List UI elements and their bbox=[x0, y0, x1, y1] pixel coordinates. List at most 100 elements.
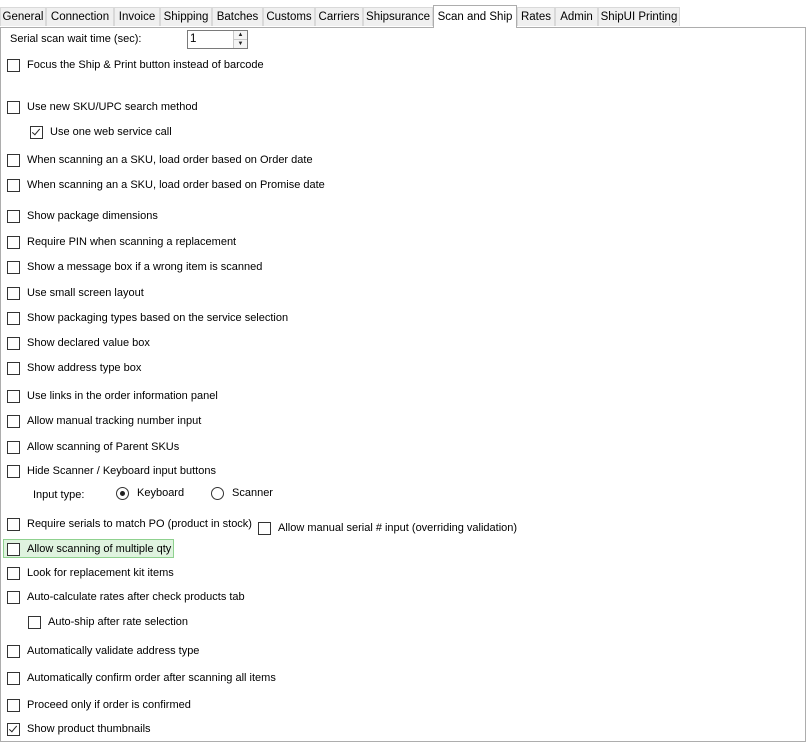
focus-ship-print-label: Focus the Ship & Print button instead of… bbox=[27, 59, 264, 71]
scanner-radio[interactable] bbox=[211, 486, 224, 500]
serial-wait-value[interactable]: 1 bbox=[190, 33, 196, 45]
tab-rates[interactable]: Rates bbox=[517, 7, 555, 26]
one-web-service-checkbox[interactable] bbox=[30, 125, 43, 139]
tab-customs[interactable]: Customs bbox=[263, 7, 315, 26]
proceed-confirmed-label: Proceed only if order is confirmed bbox=[27, 699, 191, 711]
input-type-label: Input type: bbox=[33, 489, 85, 501]
serial-wait-label: Serial scan wait time (sec): bbox=[10, 33, 142, 45]
packaging-types-checkbox[interactable] bbox=[7, 311, 20, 325]
tab-bar: General Connection Invoice Shipping Batc… bbox=[0, 0, 806, 28]
validate-address-type-label: Automatically validate address type bbox=[27, 645, 200, 657]
option-one-web-service[interactable]: Use one web service call bbox=[30, 125, 172, 139]
tab-admin[interactable]: Admin bbox=[555, 7, 598, 26]
wrong-item-message-checkbox[interactable] bbox=[7, 260, 20, 274]
option-auto-calc-rates[interactable]: Auto-calculate rates after check product… bbox=[7, 590, 245, 604]
option-wrong-item-message[interactable]: Show a message box if a wrong item is sc… bbox=[7, 260, 262, 274]
tab-invoice[interactable]: Invoice bbox=[114, 7, 160, 26]
require-serials-po-checkbox[interactable] bbox=[7, 517, 20, 531]
tab-shipsurance[interactable]: Shipsurance bbox=[363, 7, 433, 26]
option-validate-address-type[interactable]: Automatically validate address type bbox=[7, 644, 199, 658]
auto-confirm-checkbox[interactable] bbox=[7, 671, 20, 685]
option-auto-confirm[interactable]: Automatically confirm order after scanni… bbox=[7, 671, 276, 685]
option-multiple-qty[interactable]: Allow scanning of multiple qty bbox=[7, 542, 171, 556]
option-require-serials-po[interactable]: Require serials to match PO (product in … bbox=[7, 517, 252, 531]
option-product-thumbnails[interactable]: Show product thumbnails bbox=[7, 722, 151, 736]
arrow-down-icon[interactable]: ▼ bbox=[234, 40, 247, 48]
option-replacement-kit[interactable]: Look for replacement kit items bbox=[7, 566, 174, 580]
require-pin-checkbox[interactable] bbox=[7, 235, 20, 249]
option-focus-ship-print[interactable]: Focus the Ship & Print button instead of… bbox=[7, 58, 264, 72]
show-package-dimensions-checkbox[interactable] bbox=[7, 209, 20, 223]
replacement-kit-checkbox[interactable] bbox=[7, 566, 20, 580]
hide-scanner-buttons-label: Hide Scanner / Keyboard input buttons bbox=[27, 465, 216, 477]
product-thumbnails-checkbox[interactable] bbox=[7, 722, 20, 736]
manual-serial-input-checkbox[interactable] bbox=[258, 521, 271, 535]
declared-value-label: Show declared value box bbox=[27, 337, 150, 349]
option-proceed-confirmed[interactable]: Proceed only if order is confirmed bbox=[7, 698, 191, 712]
small-screen-label: Use small screen layout bbox=[27, 287, 144, 299]
parent-skus-checkbox[interactable] bbox=[7, 440, 20, 454]
option-new-sku-search[interactable]: Use new SKU/UPC search method bbox=[7, 100, 198, 114]
spin-buttons: ▲ ▼ bbox=[233, 31, 247, 48]
input-type-label-row: Input type: bbox=[33, 488, 84, 502]
load-by-promise-date-checkbox[interactable] bbox=[7, 178, 20, 192]
replacement-kit-label: Look for replacement kit items bbox=[27, 567, 174, 579]
manual-tracking-label: Allow manual tracking number input bbox=[27, 415, 202, 427]
auto-calc-rates-label: Auto-calculate rates after check product… bbox=[27, 591, 245, 603]
address-type-box-checkbox[interactable] bbox=[7, 361, 20, 375]
serial-wait-row: Serial scan wait time (sec): bbox=[10, 32, 141, 46]
tab-shipping[interactable]: Shipping bbox=[160, 7, 212, 26]
option-packaging-types[interactable]: Show packaging types based on the servic… bbox=[7, 311, 288, 325]
proceed-confirmed-checkbox[interactable] bbox=[7, 698, 20, 712]
multiple-qty-checkbox[interactable] bbox=[7, 542, 20, 556]
auto-ship-label: Auto-ship after rate selection bbox=[48, 616, 189, 628]
load-by-order-date-checkbox[interactable] bbox=[7, 153, 20, 167]
auto-ship-checkbox[interactable] bbox=[28, 615, 41, 629]
option-show-package-dimensions[interactable]: Show package dimensions bbox=[7, 209, 158, 223]
option-auto-ship[interactable]: Auto-ship after rate selection bbox=[28, 615, 188, 629]
option-address-type-box[interactable]: Show address type box bbox=[7, 361, 141, 375]
radio-keyboard[interactable]: Keyboard bbox=[116, 486, 184, 500]
new-sku-search-checkbox[interactable] bbox=[7, 100, 20, 114]
declared-value-checkbox[interactable] bbox=[7, 336, 20, 350]
wrong-item-message-label: Show a message box if a wrong item is sc… bbox=[27, 261, 263, 273]
order-info-links-checkbox[interactable] bbox=[7, 389, 20, 403]
option-hide-scanner-buttons[interactable]: Hide Scanner / Keyboard input buttons bbox=[7, 464, 216, 478]
option-load-by-promise-date[interactable]: When scanning an a SKU, load order based… bbox=[7, 178, 325, 192]
auto-confirm-label: Automatically confirm order after scanni… bbox=[27, 672, 276, 684]
packaging-types-label: Show packaging types based on the servic… bbox=[27, 312, 289, 324]
focus-ship-print-checkbox[interactable] bbox=[7, 58, 20, 72]
new-sku-search-label: Use new SKU/UPC search method bbox=[27, 101, 198, 113]
radio-scanner[interactable]: Scanner bbox=[211, 486, 273, 500]
show-package-dimensions-label: Show package dimensions bbox=[27, 210, 158, 222]
tab-batches[interactable]: Batches bbox=[212, 7, 263, 26]
require-serials-po-label: Require serials to match PO (product in … bbox=[27, 518, 252, 530]
option-small-screen[interactable]: Use small screen layout bbox=[7, 286, 144, 300]
hide-scanner-buttons-checkbox[interactable] bbox=[7, 464, 20, 478]
option-declared-value[interactable]: Show declared value box bbox=[7, 336, 150, 350]
keyboard-radio[interactable] bbox=[116, 486, 129, 500]
product-thumbnails-label: Show product thumbnails bbox=[27, 723, 151, 735]
serial-wait-stepper[interactable]: 1 ▲ ▼ bbox=[187, 30, 248, 49]
option-manual-serial-input[interactable]: Allow manual serial # input (overriding … bbox=[258, 521, 517, 535]
option-require-pin[interactable]: Require PIN when scanning a replacement bbox=[7, 235, 236, 249]
keyboard-label: Keyboard bbox=[137, 487, 185, 499]
tab-scan-and-ship[interactable]: Scan and Ship bbox=[433, 5, 517, 28]
tab-general[interactable]: General bbox=[0, 7, 46, 26]
address-type-box-label: Show address type box bbox=[27, 362, 142, 374]
arrow-up-icon[interactable]: ▲ bbox=[234, 31, 247, 40]
manual-tracking-checkbox[interactable] bbox=[7, 414, 20, 428]
option-order-info-links[interactable]: Use links in the order information panel bbox=[7, 389, 218, 403]
parent-skus-label: Allow scanning of Parent SKUs bbox=[27, 441, 180, 453]
auto-calc-rates-checkbox[interactable] bbox=[7, 590, 20, 604]
tab-carriers[interactable]: Carriers bbox=[315, 7, 363, 26]
option-manual-tracking[interactable]: Allow manual tracking number input bbox=[7, 414, 201, 428]
tab-connection[interactable]: Connection bbox=[46, 7, 114, 26]
option-load-by-order-date[interactable]: When scanning an a SKU, load order based… bbox=[7, 153, 313, 167]
manual-serial-input-label: Allow manual serial # input (overriding … bbox=[278, 522, 518, 534]
small-screen-checkbox[interactable] bbox=[7, 286, 20, 300]
option-parent-skus[interactable]: Allow scanning of Parent SKUs bbox=[7, 440, 179, 454]
load-by-promise-date-label: When scanning an a SKU, load order based… bbox=[27, 179, 325, 191]
validate-address-type-checkbox[interactable] bbox=[7, 644, 20, 658]
tab-shipui-printing[interactable]: ShipUI Printing bbox=[598, 7, 680, 26]
